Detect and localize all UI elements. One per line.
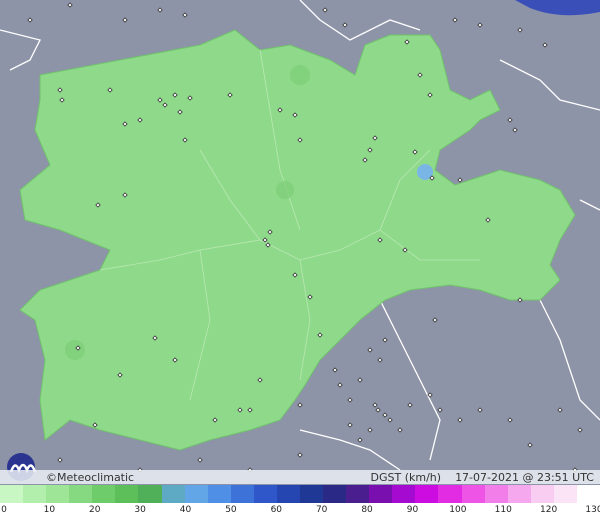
variable-label: DGST (km/h) (370, 471, 442, 484)
color-scale-tick-label: 30 (134, 505, 146, 515)
color-scale-segment (346, 485, 370, 503)
color-scale-segment (461, 485, 485, 503)
map-info: DGST (km/h) 17-07-2021 @ 23:51 UTC (371, 471, 594, 484)
color-scale-tick-label: 60 (270, 505, 283, 515)
color-scale-segment (276, 485, 301, 503)
color-scale-segment (184, 485, 208, 503)
gust-patch (276, 181, 294, 199)
color-scale-segment (438, 485, 462, 503)
color-scale-tick-label: 50 (225, 505, 237, 515)
color-scale-segment (161, 485, 185, 503)
color-scale-bar (0, 485, 600, 503)
color-scale-segment (230, 485, 254, 503)
color-scale-segment (138, 485, 162, 503)
color-scale-segment (69, 485, 93, 503)
color-scale-tick-label: 110 (494, 505, 512, 515)
color-scale-segment (507, 485, 531, 503)
color-scale-segment (253, 485, 277, 503)
color-scale-segment (369, 485, 393, 503)
color-scale-segment (23, 485, 47, 503)
color-scale-segment (0, 485, 24, 503)
wind-gust-map (0, 0, 600, 521)
color-scale-segment (207, 485, 231, 503)
color-scale-segment (576, 485, 600, 503)
color-scale-segment (553, 485, 577, 503)
color-scale-segment (484, 485, 508, 503)
color-scale-tick-label: 130 (585, 505, 600, 515)
color-scale-tick-label: 20 (89, 505, 101, 515)
color-scale-ticks: 0 10 20 30 40 50 60 70 80 90 100 110 120 130 (0, 503, 600, 521)
color-scale-tick-label: 70 (315, 505, 328, 515)
color-scale-tick-label: 120 (540, 505, 558, 515)
gust-patch (65, 340, 85, 360)
color-scale-segment (530, 485, 554, 503)
color-scale-segment (392, 485, 416, 503)
color-scale-segment (46, 485, 70, 503)
timestamp: 17-07-2021 @ 23:51 UTC (455, 471, 594, 484)
color-scale-segment (323, 485, 347, 503)
color-scale-tick-label: 100 (449, 505, 467, 515)
color-scale-tick-label: 0 (1, 505, 7, 515)
color-scale-tick-label: 10 (43, 505, 56, 515)
color-scale-segment (300, 485, 324, 503)
color-scale-tick-label: 90 (406, 505, 419, 515)
gust-patch (290, 65, 310, 85)
color-scale-tick-label: 80 (361, 505, 373, 515)
color-scale-segment (415, 485, 439, 503)
color-scale-segment (92, 485, 116, 503)
color-scale-tick-label: 40 (179, 505, 192, 515)
color-scale-segment (115, 485, 139, 503)
brand-text: ©Meteoclimatic (46, 471, 135, 484)
